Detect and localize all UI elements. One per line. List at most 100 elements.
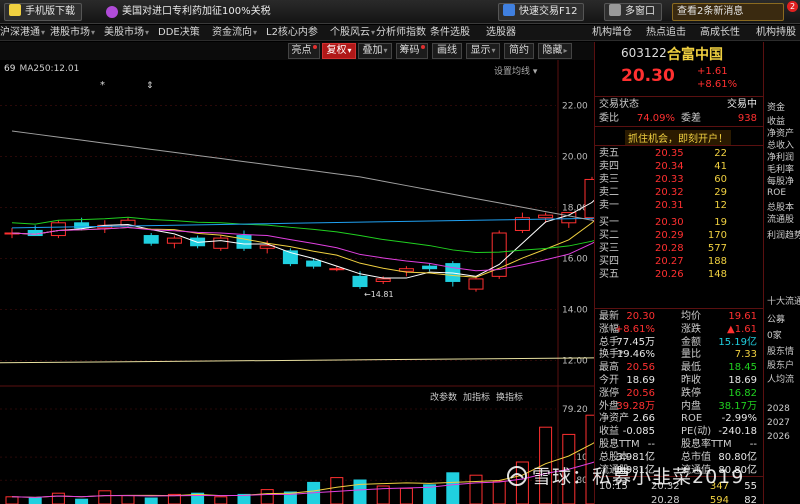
menu-condition-select[interactable]: 条件选股 bbox=[430, 25, 470, 41]
menu-high-growth[interactable]: 高成长性 bbox=[700, 25, 740, 41]
menu-inst-holding[interactable]: 机构持股 bbox=[756, 25, 796, 41]
menu-stock-risk[interactable]: 个股风云▾ bbox=[330, 25, 375, 41]
menu-hk-market[interactable]: 港股市场▾ bbox=[50, 25, 95, 41]
arrow-marker: ⇕ bbox=[146, 81, 154, 91]
stat-label: 内盘 bbox=[681, 400, 701, 412]
stat-value: -0.085 bbox=[622, 426, 655, 438]
highlight-button[interactable]: 亮点 bbox=[288, 43, 320, 59]
menu-analyst[interactable]: 分析师指数 bbox=[376, 25, 426, 41]
stat-value: 77.45万 bbox=[616, 336, 655, 348]
level-volume: 29 bbox=[714, 187, 727, 198]
level-volume: 148 bbox=[707, 269, 727, 280]
level-price: 20.34 bbox=[655, 161, 684, 172]
volume-bar bbox=[399, 487, 413, 504]
bid-row[interactable]: 买四 20.27 188 bbox=[599, 256, 759, 268]
candle-body bbox=[213, 237, 229, 249]
menu-hk-connect[interactable]: 沪深港通▾ bbox=[0, 25, 45, 41]
ask-row[interactable]: 卖五 20.35 22 bbox=[599, 148, 759, 160]
menu-l2[interactable]: L2核心内参 bbox=[266, 25, 318, 41]
tick-volume: 594 bbox=[709, 495, 729, 504]
stat-label: 最新 bbox=[599, 311, 619, 322]
level-label: 买一 bbox=[599, 217, 619, 228]
f10-item[interactable]: 十大流通 bbox=[767, 294, 800, 307]
stat-value: 39.28万 bbox=[616, 400, 655, 412]
bid-row[interactable]: 买五 20.26 148 bbox=[599, 269, 759, 281]
candle-body bbox=[306, 260, 322, 267]
stat-value: 15.19亿 bbox=[718, 336, 757, 348]
menu-selector[interactable]: 选股器 bbox=[486, 25, 516, 41]
stat-value: 18.69 bbox=[728, 375, 757, 386]
menu-hot-spots[interactable]: 热点追击 bbox=[646, 25, 686, 41]
volume-bar bbox=[585, 414, 594, 504]
quote-panel: 603122 合富中国 20.30 +1.61 +8.61% 交易状态 交易中 委… bbox=[594, 42, 763, 504]
phone-icon bbox=[9, 4, 21, 16]
stat-value: 7.33 bbox=[734, 349, 757, 361]
f10-item[interactable]: 2026 bbox=[767, 432, 790, 442]
f10-item[interactable]: 每股净 bbox=[767, 174, 794, 187]
adjust-button[interactable]: 复权▾ bbox=[322, 43, 356, 59]
quick-trade-button[interactable]: 快速交易F12 bbox=[498, 3, 585, 21]
menu-inst-increase[interactable]: 机构增仓 bbox=[592, 25, 632, 41]
tick-row: 20.28 594 82 bbox=[599, 494, 759, 504]
multi-window-button[interactable]: 多窗口 bbox=[604, 3, 662, 21]
download-app-button[interactable]: 手机版下载 bbox=[4, 3, 82, 21]
low-marker-label: ←14.81 bbox=[364, 290, 394, 299]
level-volume: 577 bbox=[707, 243, 727, 254]
open-account-promo[interactable]: 抓住机会，即刻开户！ bbox=[625, 130, 731, 145]
menu-dde[interactable]: DDE决策 bbox=[158, 25, 200, 41]
chips-button[interactable]: 筹码 bbox=[396, 43, 428, 59]
bid-row[interactable]: 买二 20.29 170 bbox=[599, 230, 759, 242]
display-button[interactable]: 显示▾ bbox=[466, 43, 500, 59]
ask-row[interactable]: 卖四 20.34 41 bbox=[599, 161, 759, 173]
ask-row[interactable]: 卖三 20.33 60 bbox=[599, 174, 759, 186]
kline-chart-area[interactable]: 69 MA250:12.01 设置均线 ▾ 22.00 20.00 18.00 16.0… bbox=[0, 60, 594, 504]
f10-item[interactable]: 流通股 bbox=[767, 212, 794, 225]
overlay-button[interactable]: 叠加▾ bbox=[358, 43, 392, 59]
f10-item[interactable]: 股东户 bbox=[767, 358, 794, 371]
ask-row[interactable]: 卖一 20.31 12 bbox=[599, 200, 759, 212]
ma120-line bbox=[11, 130, 594, 222]
change-params-tab[interactable]: 改参数 bbox=[430, 393, 457, 403]
f10-item[interactable]: 0家 bbox=[767, 328, 782, 341]
level-label: 买四 bbox=[599, 256, 619, 267]
candle-body bbox=[422, 265, 438, 270]
draw-line-button[interactable]: 画线 bbox=[432, 43, 462, 59]
stat-row: 换手* 19.46% 量比 7.33 bbox=[599, 348, 759, 361]
f10-item[interactable]: 2027 bbox=[767, 418, 790, 428]
volume-bar bbox=[98, 490, 112, 504]
f10-item[interactable]: 股东情 bbox=[767, 344, 794, 357]
stat-value: 18.45 bbox=[728, 362, 757, 374]
ask-row[interactable]: 卖二 20.32 29 bbox=[599, 187, 759, 199]
simple-button[interactable]: 简约 bbox=[504, 43, 534, 59]
menu-fund-flow[interactable]: 资金流向▾ bbox=[212, 25, 257, 41]
stat-label: 金额 bbox=[681, 336, 701, 348]
f10-item[interactable]: ROE bbox=[767, 188, 786, 198]
stat-value: 38.17万 bbox=[718, 400, 757, 412]
kline-svg: 22.0020.0018.0016.0014.0012.00←20.56←14.… bbox=[0, 60, 594, 504]
switch-indicator-tab[interactable]: 换指标 bbox=[496, 393, 523, 403]
f10-item[interactable]: 人均流 bbox=[767, 372, 794, 385]
bid-row[interactable]: 买一 20.30 19 bbox=[599, 217, 759, 229]
menu-bar: 沪深港通▾ 港股市场▾ 美股市场▾ DDE决策 资金流向▾ L2核心内参 个股风… bbox=[0, 25, 800, 41]
level-price: 20.31 bbox=[655, 200, 684, 211]
weibi-row: 委比 74.09% 委差 938 bbox=[599, 113, 757, 124]
add-indicator-tab[interactable]: 加指标 bbox=[463, 393, 490, 403]
bid-row[interactable]: 买三 20.28 577 bbox=[599, 243, 759, 255]
top-bar: 手机版下载 美国对进口专利药加征100%关税 快速交易F12 多窗口 查看2条新… bbox=[0, 0, 800, 24]
news-ticker[interactable]: 美国对进口专利药加征100%关税 bbox=[106, 4, 271, 20]
level-label: 卖四 bbox=[599, 161, 619, 172]
f10-item[interactable]: 资金 bbox=[767, 100, 785, 113]
level-label: 卖五 bbox=[599, 148, 619, 159]
f10-item[interactable]: 公募 bbox=[767, 312, 785, 325]
level-volume: 170 bbox=[707, 230, 727, 241]
f10-item[interactable]: 2028 bbox=[767, 404, 790, 414]
candle-body bbox=[584, 178, 594, 219]
volume-bar bbox=[75, 498, 89, 504]
level-volume: 60 bbox=[714, 174, 727, 185]
sub-indicator-tabs: 改参数 加指标 换指标 bbox=[430, 390, 529, 403]
hide-button[interactable]: 隐藏▸ bbox=[538, 43, 572, 59]
notifications-button[interactable]: 查看2条新消息 bbox=[672, 3, 784, 21]
menu-us-market[interactable]: 美股市场▾ bbox=[104, 25, 149, 41]
f10-item[interactable]: 利润趋势 bbox=[767, 228, 800, 241]
trade-status-row: 交易状态 交易中 bbox=[599, 99, 757, 110]
